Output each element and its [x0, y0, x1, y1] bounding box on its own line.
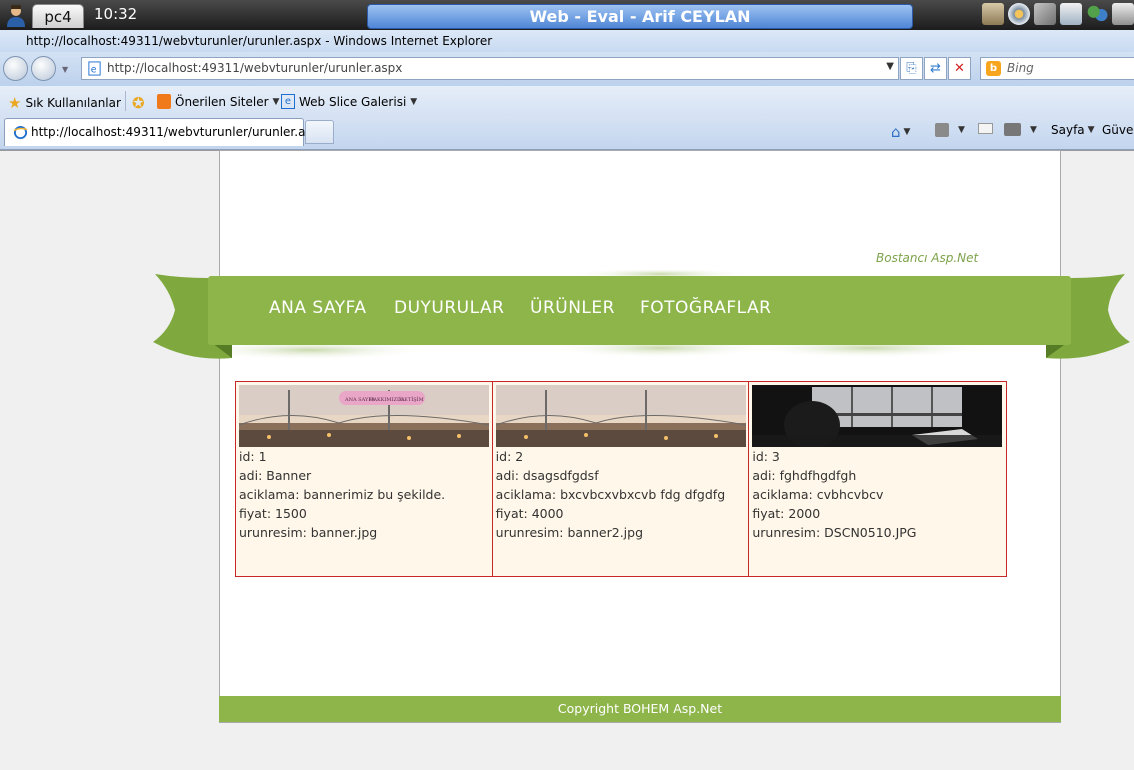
product-cell: ANA SAYFA HAKKIMIZDA İLETİŞİM id: 1 adi:…	[236, 382, 493, 576]
product-image-file: urunresim: DSCN0510.JPG	[752, 525, 917, 540]
back-button[interactable]	[3, 56, 28, 81]
product-image-banner2	[495, 385, 746, 447]
site-footer: Copyright BOHEM Asp.Net	[219, 696, 1061, 722]
product-id: id: 2	[495, 449, 524, 464]
suggested-sites-button[interactable]: Önerilen Siteler ▼	[157, 94, 279, 109]
product-cell: id: 2 adi: dsagsdfgdsf aciklama: bxcvbcx…	[493, 382, 750, 576]
search-box[interactable]: b Bing	[980, 57, 1134, 80]
site-brand: Bostancı Asp.Net	[876, 251, 979, 265]
user-icon[interactable]	[4, 3, 28, 27]
favorites-button[interactable]: ★ Sık Kullanılanlar	[8, 94, 121, 112]
pc-label-tab[interactable]: pc4	[32, 4, 84, 28]
product-price: fiyat: 2000	[752, 506, 821, 521]
server-icon[interactable]	[1112, 3, 1134, 25]
product-name: adi: fghdfhgdfgh	[752, 468, 857, 483]
chevron-down-icon: ▼	[410, 96, 418, 107]
star-icon: ★	[8, 94, 22, 112]
address-bar[interactable]: e http://localhost:49311/webvturunler/ur…	[81, 57, 899, 80]
address-text[interactable]: http://localhost:49311/webvturunler/urun…	[107, 61, 402, 75]
suggested-sites-icon	[157, 94, 171, 109]
product-image-photo	[752, 385, 1003, 447]
product-description: aciklama: cvbhcvbcv	[752, 487, 884, 502]
suggested-sites-label: Önerilen Siteler	[175, 94, 269, 109]
home-icon: ⌂	[891, 123, 901, 141]
product-id: id: 3	[752, 449, 780, 464]
mail-icon	[978, 123, 993, 134]
safety-menu-label: Güver	[1102, 123, 1134, 137]
rss-icon	[935, 123, 949, 137]
product-description: aciklama: bxcvbcxvbxcvb fdg dfgdfg	[495, 487, 726, 502]
product-id: id: 1	[239, 449, 267, 464]
product-price: fiyat: 4000	[495, 506, 564, 521]
product-price: fiyat: 1500	[239, 506, 307, 521]
users-icon[interactable]	[1086, 3, 1108, 25]
compat-view-icon[interactable]: ⎘	[900, 57, 923, 80]
banner-overlay-contact: İLETİŞİM	[399, 396, 424, 403]
search-placeholder[interactable]: Bing	[1007, 61, 1034, 75]
product-image-file: urunresim: banner2.jpg	[495, 525, 644, 540]
forward-button[interactable]	[31, 56, 56, 81]
tab-title: http://localhost:49311/webvturunler/urun…	[31, 125, 327, 139]
refresh-icon[interactable]: ⇄	[924, 57, 947, 80]
page-icon	[13, 125, 28, 140]
home-button[interactable]: ⌂ ▼	[891, 123, 910, 141]
safety-menu[interactable]: Güver	[1102, 123, 1134, 137]
chevron-down-icon: ▼	[1087, 125, 1095, 135]
film-icon[interactable]	[982, 3, 1004, 25]
print-button[interactable]: ▼	[1004, 123, 1037, 136]
page-menu-label: Sayfa	[1051, 123, 1085, 137]
chevron-down-icon: ▼	[903, 127, 911, 137]
stop-icon[interactable]: ✕	[948, 57, 971, 80]
drive-icon[interactable]	[1060, 3, 1082, 25]
product-name: adi: Banner	[239, 468, 312, 483]
os-window-title[interactable]: Web - Eval - Arif CEYLAN	[367, 4, 913, 29]
add-favorite-button[interactable]: ✪	[132, 94, 145, 112]
browser-title: http://localhost:49311/webvturunler/urun…	[0, 30, 1134, 52]
product-name: adi: dsagsdfgdsf	[495, 468, 599, 483]
clock: 10:32	[94, 5, 138, 23]
feeds-button[interactable]: ▼	[935, 123, 965, 137]
mail-button[interactable]	[978, 123, 993, 134]
chevron-down-icon: ▼	[1030, 124, 1037, 135]
nav-announcements[interactable]: DUYURULAR	[394, 298, 504, 318]
disc-icon[interactable]	[1008, 3, 1030, 25]
web-slice-icon: e	[281, 94, 295, 109]
page-menu[interactable]: Sayfa ▼	[1051, 123, 1095, 137]
page-icon: e	[88, 61, 101, 76]
address-dropdown[interactable]: ▼	[886, 61, 894, 72]
new-tab-button[interactable]	[305, 120, 334, 144]
add-star-icon: ✪	[132, 94, 145, 112]
product-image-file: urunresim: banner.jpg	[239, 525, 378, 540]
tab-current[interactable]: http://localhost:49311/webvturunler/urun…	[4, 118, 326, 146]
nav-products[interactable]: ÜRÜNLER	[530, 298, 615, 318]
product-cell: id: 3 adi: fghdfhgdfgh aciklama: cvbhcvb…	[749, 382, 1006, 576]
nav-photos[interactable]: FOTOĞRAFLAR	[640, 298, 771, 318]
chevron-down-icon: ▼	[272, 96, 280, 107]
pen-icon[interactable]	[1034, 3, 1056, 25]
system-tray	[982, 3, 1134, 25]
favorites-label: Sık Kullanılanlar	[25, 96, 121, 110]
product-image-banner: ANA SAYFA HAKKIMIZDA İLETİŞİM	[239, 385, 489, 447]
printer-icon	[1004, 123, 1021, 136]
nav-home[interactable]: ANA SAYFA	[269, 298, 367, 318]
web-slice-label: Web Slice Galerisi	[299, 94, 407, 109]
divider	[125, 91, 126, 111]
product-grid: ANA SAYFA HAKKIMIZDA İLETİŞİM id: 1 adi:…	[235, 381, 1007, 577]
bing-icon: b	[986, 61, 1001, 76]
svg-text:e: e	[91, 64, 97, 75]
product-description: aciklama: bannerimiz bu şekilde.	[239, 487, 446, 502]
web-slice-button[interactable]: e Web Slice Galerisi ▼	[281, 94, 417, 109]
chevron-down-icon: ▼	[958, 125, 965, 135]
recent-pages-dropdown[interactable]: ▼	[62, 65, 68, 74]
